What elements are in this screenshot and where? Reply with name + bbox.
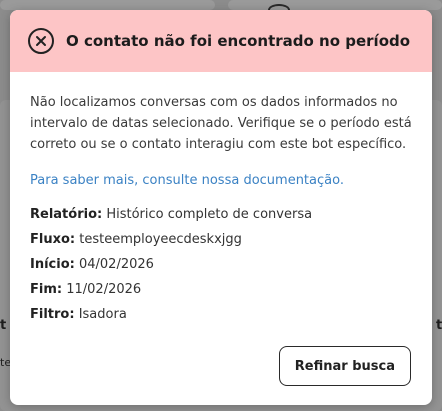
background-text: t bbox=[0, 318, 7, 333]
modal-message: Não localizamos conversas com os dados i… bbox=[30, 95, 412, 152]
refine-search-button[interactable]: Refinar busca bbox=[278, 346, 411, 386]
detail-label: Início: bbox=[30, 257, 75, 272]
detail-value: testeemployeecdeskxjgg bbox=[79, 232, 242, 247]
documentation-link[interactable]: Para saber mais, consulte nossa document… bbox=[30, 173, 412, 188]
modal-header: O contato não foi encontrado no período bbox=[10, 10, 432, 72]
close-button[interactable] bbox=[28, 28, 54, 54]
detail-value: Histórico completo de conversa bbox=[106, 207, 313, 222]
detail-value: Isadora bbox=[78, 307, 127, 322]
detail-start: Início: 04/02/2026 bbox=[30, 252, 412, 277]
detail-flow: Fluxo: testeemployeecdeskxjgg bbox=[30, 227, 412, 252]
detail-label: Fluxo: bbox=[30, 232, 76, 247]
detail-label: Fim: bbox=[30, 282, 63, 297]
detail-label: Filtro: bbox=[30, 307, 75, 322]
not-found-modal: O contato não foi encontrado no período … bbox=[10, 10, 432, 405]
modal-body: Não localizamos conversas com os dados i… bbox=[10, 72, 432, 327]
detail-end: Fim: 11/02/2026 bbox=[30, 277, 412, 302]
detail-filter: Filtro: Isadora bbox=[30, 302, 412, 327]
detail-value: 04/02/2026 bbox=[78, 257, 154, 272]
modal-title: O contato não foi encontrado no período bbox=[66, 32, 411, 50]
detail-label: Relatório: bbox=[30, 207, 103, 222]
search-details: Relatório: Histórico completo de convers… bbox=[30, 202, 412, 327]
detail-report: Relatório: Histórico completo de convers… bbox=[30, 202, 412, 227]
modal-footer: Refinar busca bbox=[278, 346, 411, 386]
detail-value: 11/02/2026 bbox=[66, 282, 142, 297]
background-card bbox=[0, 0, 215, 10]
background-card bbox=[228, 0, 442, 10]
background-text: t bbox=[436, 318, 442, 333]
close-icon bbox=[36, 36, 46, 46]
